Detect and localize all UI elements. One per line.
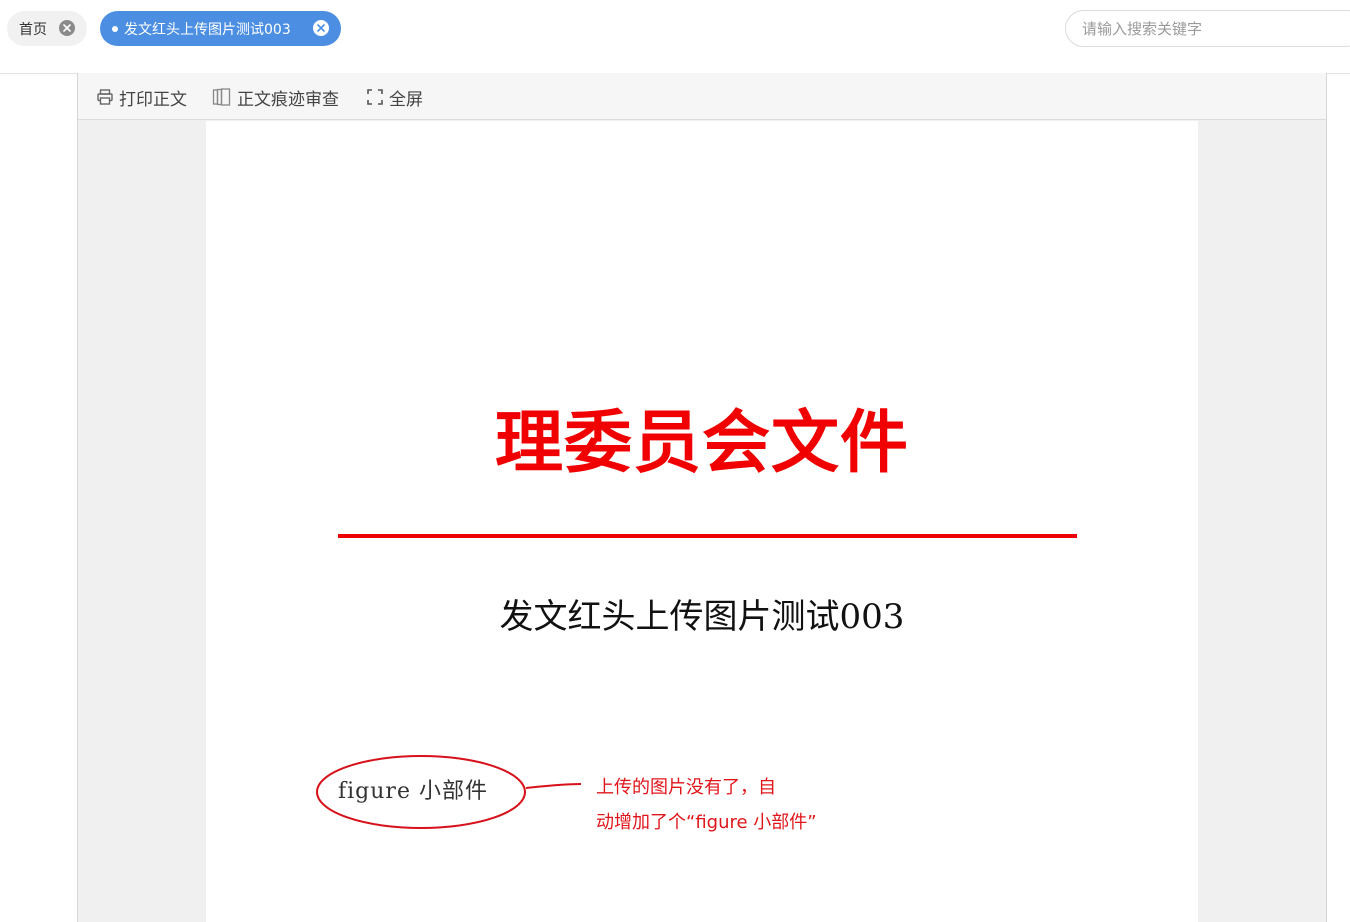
fullscreen-label: 全屏 xyxy=(389,89,423,110)
search-input[interactable] xyxy=(1065,10,1350,47)
active-dot-icon xyxy=(112,25,118,32)
document-subtitle: 发文红头上传图片测试003 xyxy=(499,597,905,637)
annotation-line-2: 动增加了个“figure 小部件” xyxy=(596,812,817,833)
fullscreen-button[interactable]: 全屏 xyxy=(366,85,423,110)
annotation-ellipse-arrow xyxy=(316,755,582,829)
tab-document[interactable]: 发文红头上传图片测试003 xyxy=(100,11,341,46)
printer-icon xyxy=(97,89,113,105)
tab-document-label: 发文红头上传图片测试003 xyxy=(124,21,291,38)
print-label: 打印正文 xyxy=(119,89,187,110)
document-toolbar: 打印正文 正文痕迹审查 全屏 xyxy=(78,73,1326,120)
revision-review-button[interactable]: 正文痕迹审查 xyxy=(212,85,339,110)
annotation-note: 上传的图片没有了，自 动增加了个“figure 小部件” xyxy=(596,770,866,840)
close-icon[interactable] xyxy=(313,20,329,36)
document-compare-icon xyxy=(212,88,231,106)
tab-home-label: 首页 xyxy=(19,21,47,38)
document-red-header-title: 理委员会文件 xyxy=(494,403,909,483)
red-divider-line xyxy=(338,534,1077,538)
print-button[interactable]: 打印正文 xyxy=(96,85,187,110)
close-icon[interactable] xyxy=(59,20,75,36)
top-tab-bar: 首页 发文红头上传图片测试003 xyxy=(0,0,1350,74)
tab-home[interactable]: 首页 xyxy=(7,11,87,46)
fullscreen-icon xyxy=(367,89,383,105)
revision-review-label: 正文痕迹审查 xyxy=(237,89,339,110)
annotation-line-1: 上传的图片没有了，自 xyxy=(596,777,776,798)
